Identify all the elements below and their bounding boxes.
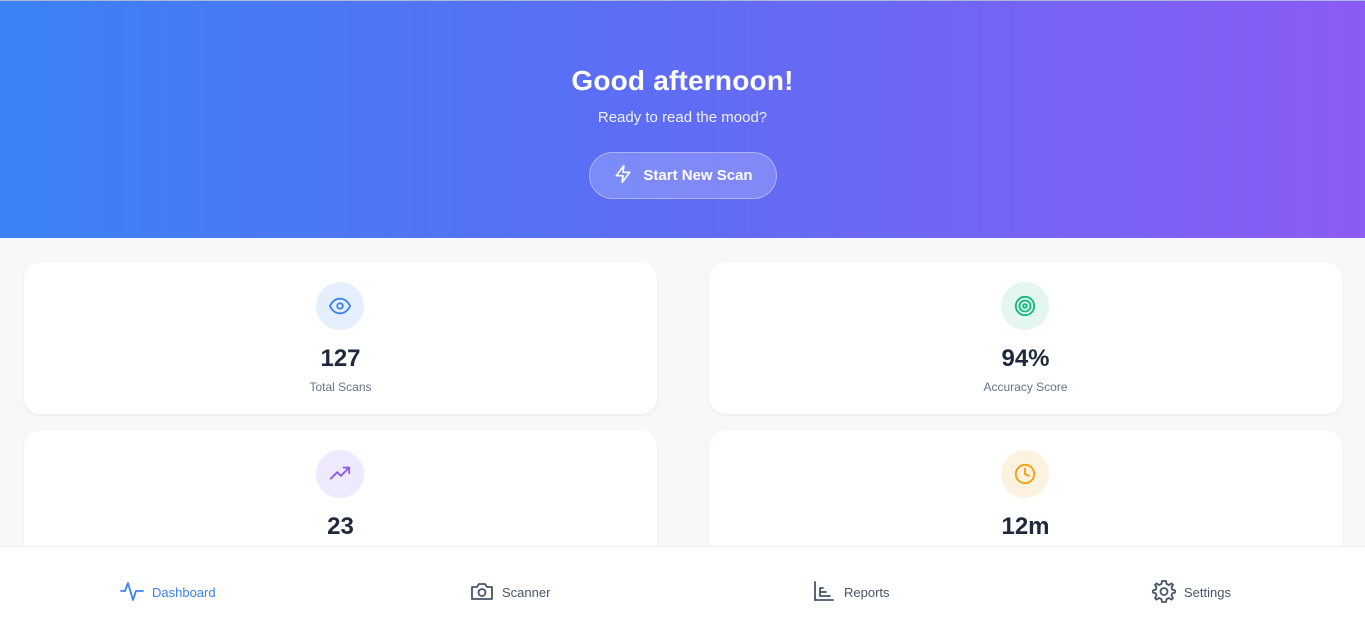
start-new-scan-label: Start New Scan (643, 167, 753, 184)
stat-card-accuracy-score: 94% Accuracy Score (709, 262, 1342, 414)
trending-up-icon (316, 450, 364, 498)
gear-icon (1152, 579, 1176, 606)
stat-value: 23 (327, 513, 354, 540)
bottom-nav: Dashboard Scanner Reports Settings (0, 546, 1365, 633)
greeting-title: Good afternoon! (571, 65, 794, 96)
stat-card-total-scans: 127 Total Scans (24, 262, 657, 414)
target-icon (1001, 282, 1049, 330)
start-new-scan-button[interactable]: Start New Scan (589, 152, 777, 199)
nav-label: Scanner (502, 584, 551, 600)
lightning-icon (613, 164, 633, 188)
stat-label: Total Scans (309, 380, 372, 394)
stat-value: 127 (320, 345, 361, 372)
activity-icon (120, 579, 144, 606)
bar-chart-icon (812, 579, 836, 606)
nav-item-scanner[interactable]: Scanner (470, 579, 550, 605)
camera-icon (470, 579, 494, 606)
eye-icon (316, 282, 364, 330)
stat-value: 12m (1001, 513, 1050, 540)
stat-value: 94% (1001, 345, 1050, 372)
greeting-subtitle: Ready to read the mood? (597, 109, 768, 126)
stat-label: Accuracy Score (983, 380, 1068, 394)
nav-item-reports[interactable]: Reports (812, 579, 890, 605)
nav-label: Settings (1184, 584, 1231, 600)
hero-banner: Good afternoon! Ready to read the mood? … (0, 0, 1365, 238)
nav-label: Dashboard (152, 584, 216, 600)
nav-label: Reports (844, 584, 890, 600)
clock-icon (1001, 450, 1049, 498)
nav-item-dashboard[interactable]: Dashboard (120, 579, 216, 605)
nav-item-settings[interactable]: Settings (1152, 579, 1231, 605)
